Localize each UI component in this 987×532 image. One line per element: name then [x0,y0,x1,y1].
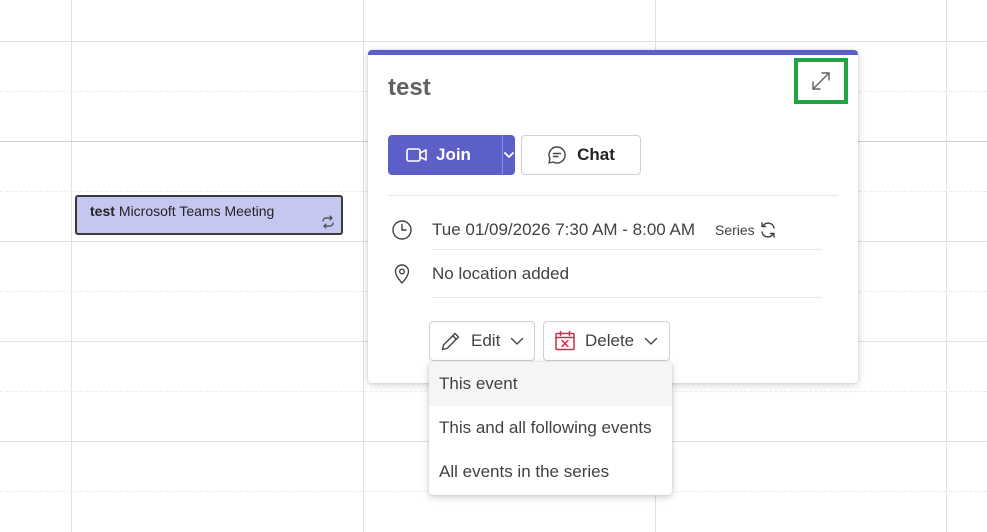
accent-bar [368,50,858,55]
event-details-popup: test Join Chat Tue 01/09/2026 7:30 AM - … [368,50,858,383]
chat-icon [548,146,566,164]
join-button[interactable]: Join [388,135,484,175]
popup-title: test [388,74,431,101]
edit-options-menu: This event This and all following events… [429,362,672,495]
calendar-delete-icon [555,330,575,351]
grid-hour-line [0,41,987,42]
menu-item-this-and-following[interactable]: This and all following events [429,406,672,450]
chevron-down-icon [511,337,524,345]
event-subtitle: Microsoft Teams Meeting [118,203,275,219]
calendar-view: test Microsoft Teams Meeting test Join C… [0,0,987,532]
edit-button[interactable]: Edit [429,321,535,361]
grid-column-line [363,0,364,532]
chevron-down-icon [504,152,514,158]
series-label: Series [715,222,755,238]
menu-item-this-event[interactable]: This event [429,362,672,406]
delete-button[interactable]: Delete [543,321,670,361]
expand-button[interactable] [794,58,848,104]
expand-icon [812,72,830,90]
recurring-icon [322,215,334,229]
join-options-dropdown[interactable] [503,135,515,175]
clock-icon [392,220,412,240]
divider [432,249,822,250]
event-title: test [90,203,115,219]
menu-item-all-events[interactable]: All events in the series [429,450,672,494]
event-datetime: Tue 01/09/2026 7:30 AM - 8:00 AM [432,220,696,239]
divider [388,195,838,196]
join-button-group: Join [388,135,515,175]
chat-label: Chat [577,145,615,164]
delete-label: Delete [585,331,635,350]
calendar-event[interactable]: test Microsoft Teams Meeting [75,195,343,235]
chat-button[interactable]: Chat [521,135,641,175]
location-icon [394,264,410,284]
grid-column-line [71,0,72,532]
video-camera-icon [406,148,427,162]
edit-label: Edit [471,331,501,350]
pencil-icon [441,332,460,351]
grid-column-line [946,0,947,532]
chevron-down-icon [644,337,658,345]
join-label: Join [436,145,471,164]
event-location: No location added [432,264,570,283]
sync-icon [761,222,775,238]
divider [432,297,822,298]
